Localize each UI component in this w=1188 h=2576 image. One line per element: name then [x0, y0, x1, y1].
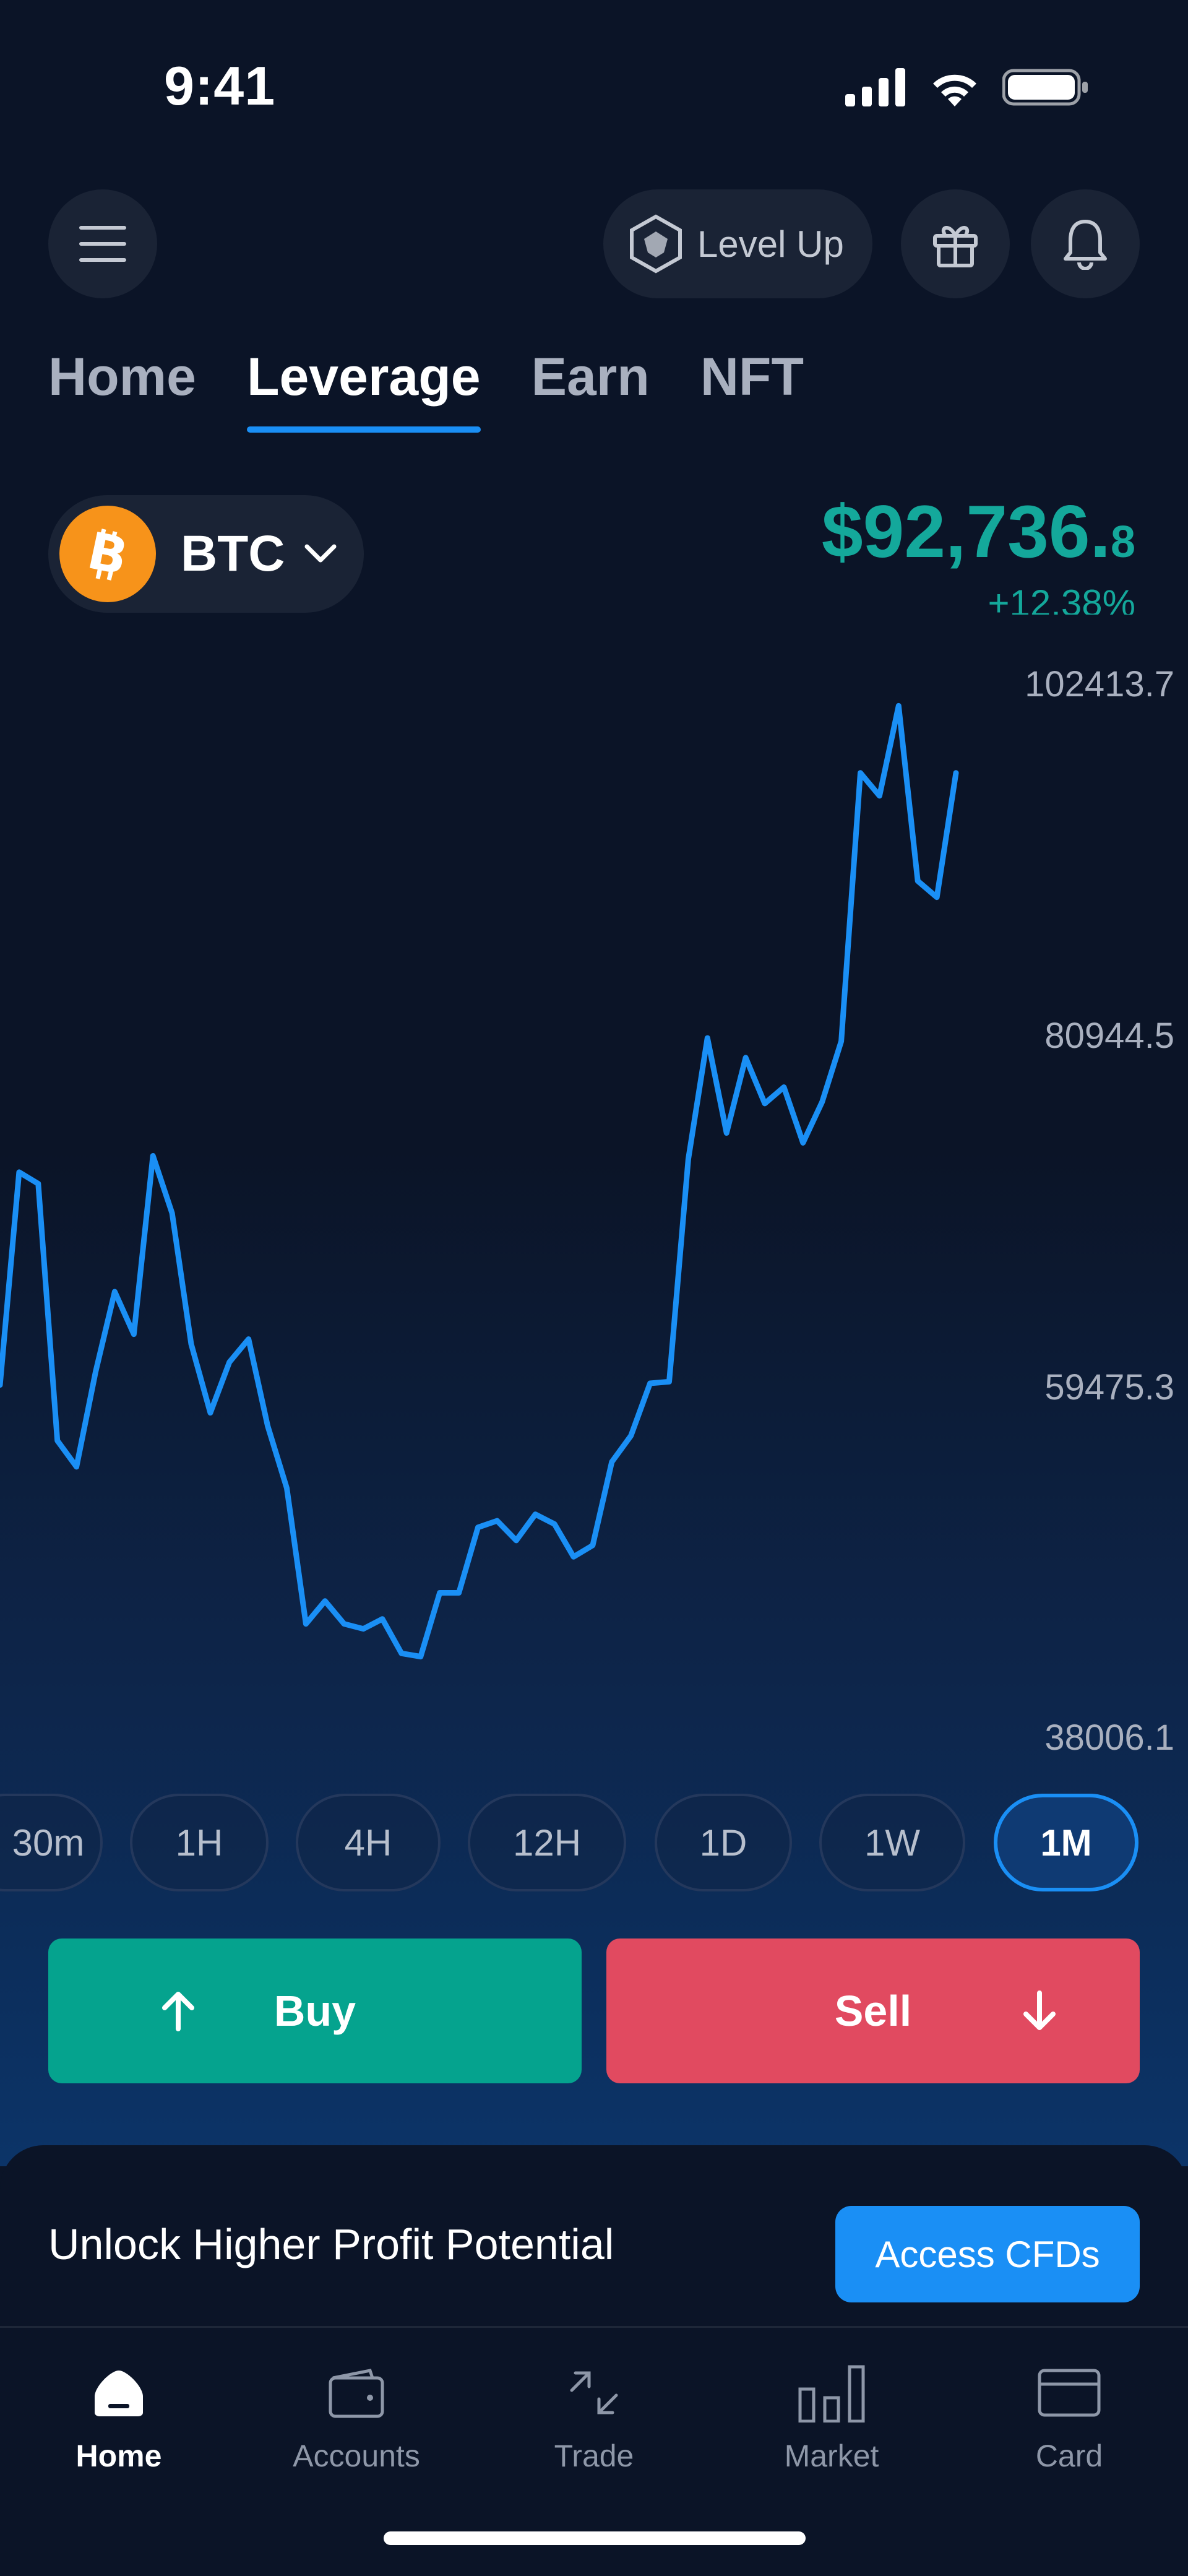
price-decimal: 8	[1110, 517, 1135, 567]
status-bar: 9:41	[0, 0, 1188, 161]
nav-home-label: Home	[75, 2439, 162, 2473]
home-indicator	[384, 2531, 806, 2545]
timeframe-label: 30m	[12, 1822, 85, 1864]
battery-icon	[1002, 69, 1088, 106]
notifications-button[interactable]	[1031, 189, 1140, 298]
y-axis-label-3: 59475.3	[1044, 1367, 1174, 1407]
buy-button[interactable]: Buy	[48, 1938, 582, 2083]
nav-accounts[interactable]: Accounts	[238, 2353, 475, 2495]
arrow-down-icon	[1023, 1990, 1056, 2030]
nav-trade-label: Trade	[554, 2439, 634, 2473]
buy-label: Buy	[273, 1987, 356, 2035]
nav-trade[interactable]: Trade	[475, 2353, 713, 2495]
promo-banner: Unlock Higher Profit Potential Access CF…	[0, 2145, 1188, 2331]
timeframe-1m[interactable]: 1M	[994, 1794, 1138, 1891]
y-axis-label-max: 102413.7	[1025, 664, 1174, 704]
access-cfds-button[interactable]: Access CFDs	[835, 2206, 1140, 2302]
wifi-icon	[933, 74, 976, 106]
nav-card[interactable]: Card	[950, 2353, 1188, 2495]
current-price: $92,736.8	[822, 489, 1135, 574]
timeframe-1w[interactable]: 1W	[819, 1794, 965, 1891]
menu-button[interactable]	[48, 189, 157, 298]
timeframe-1d[interactable]: 1D	[655, 1794, 792, 1891]
cellular-signal-icon	[845, 68, 905, 106]
status-time: 9:41	[164, 55, 276, 116]
timeframe-30m[interactable]: 30m	[0, 1794, 103, 1891]
hamburger-menu-icon	[79, 226, 126, 262]
level-up-button[interactable]: Level Up	[603, 189, 872, 298]
card-icon	[1038, 2369, 1101, 2417]
status-icons	[845, 68, 1089, 106]
trade-arrows-icon	[570, 2371, 618, 2414]
wallet-icon	[329, 2369, 384, 2418]
timeframe-12h[interactable]: 12H	[468, 1794, 626, 1891]
sell-label: Sell	[834, 1987, 912, 2035]
y-axis-label-2: 80944.5	[1044, 1016, 1174, 1056]
nav-home[interactable]: Home	[0, 2353, 238, 2495]
coin-symbol: BTC	[181, 525, 285, 582]
bitcoin-icon: B	[59, 506, 156, 602]
tab-home[interactable]: Home	[48, 347, 196, 433]
tab-nft[interactable]: NFT	[700, 347, 804, 433]
gift-button[interactable]	[901, 189, 1010, 298]
home-icon	[95, 2371, 143, 2416]
tab-leverage[interactable]: Leverage	[246, 347, 481, 433]
timeframe-1h[interactable]: 1H	[130, 1794, 269, 1891]
crypto-shield-icon	[630, 214, 682, 274]
nav-market[interactable]: Market	[713, 2353, 950, 2495]
bell-icon	[1064, 220, 1107, 270]
timeframe-4h[interactable]: 4H	[296, 1794, 441, 1891]
tab-earn[interactable]: Earn	[532, 347, 650, 433]
bar-chart-icon	[798, 2365, 865, 2423]
price-change: +12.38%	[988, 582, 1135, 615]
y-axis-label-min: 38006.1	[1044, 1718, 1174, 1758]
nav-card-label: Card	[1035, 2439, 1103, 2473]
gift-icon	[933, 226, 978, 267]
promo-text: Unlock Higher Profit Potential	[48, 2220, 614, 2268]
price-main: $92,736.	[821, 490, 1111, 573]
price-change-container: +12.38%	[988, 579, 1135, 615]
sell-button[interactable]: Sell	[606, 1938, 1140, 2083]
nav-accounts-label: Accounts	[293, 2439, 420, 2473]
svg-text:B: B	[82, 523, 132, 585]
nav-market-label: Market	[784, 2439, 879, 2473]
chevron-down-icon	[304, 544, 337, 563]
level-up-label: Level Up	[697, 223, 844, 265]
coin-selector[interactable]: B BTC	[48, 495, 364, 613]
timeframe-selector: 30m 1H 4H 12H 1D 1W 1M	[0, 1794, 1188, 1891]
main-tabs: Home Leverage Earn NFT	[48, 347, 804, 433]
